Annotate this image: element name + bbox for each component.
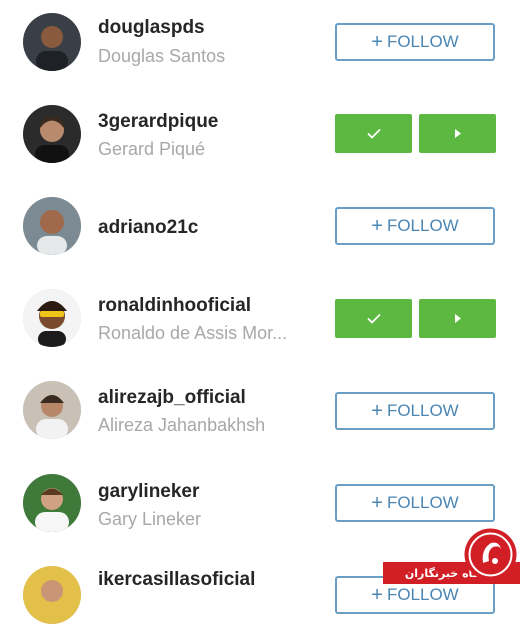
more-button[interactable] [419, 114, 496, 153]
plus-icon: + [371, 215, 383, 237]
plus-icon: + [371, 400, 383, 422]
full-name: Alireza Jahanbakhsh [98, 415, 266, 435]
avatar[interactable] [23, 197, 81, 255]
full-name: Gary Lineker [98, 509, 202, 529]
username[interactable]: ronaldinhooficial [98, 295, 251, 317]
check-icon [366, 313, 381, 324]
list-item: 3gerardpique Gerard Piqué [0, 92, 520, 184]
logo-icon [464, 528, 517, 581]
username[interactable]: garylineker [98, 481, 199, 503]
follow-button[interactable]: + FOLLOW [335, 392, 495, 430]
list-item: alirezajb_official Alireza Jahanbakhsh +… [0, 368, 520, 460]
username[interactable]: 3gerardpique [98, 111, 218, 133]
plus-icon: + [371, 31, 383, 53]
avatar[interactable] [23, 105, 81, 163]
follow-label: FOLLOW [386, 585, 459, 604]
following-button[interactable] [335, 299, 412, 338]
play-icon [454, 314, 461, 323]
more-button[interactable] [419, 299, 496, 338]
following-button[interactable] [335, 114, 412, 153]
username[interactable]: alirezajb_official [98, 387, 246, 409]
check-icon [366, 128, 381, 139]
follow-label: FOLLOW [386, 493, 459, 512]
follow-label: FOLLOW [386, 32, 459, 51]
plus-icon: + [371, 492, 383, 514]
plus-icon: + [371, 584, 383, 606]
username[interactable]: adriano21c [98, 217, 198, 239]
avatar[interactable] [23, 381, 81, 439]
username[interactable]: ikercasillasoficial [98, 569, 255, 591]
avatar[interactable] [23, 13, 81, 71]
follow-button[interactable]: + FOLLOW [335, 23, 495, 61]
follow-button[interactable]: + FOLLOW [335, 207, 495, 245]
full-name: Douglas Santos [98, 46, 226, 66]
list-item: adriano21c + FOLLOW [0, 184, 520, 276]
follow-label: FOLLOW [386, 216, 459, 235]
full-name: Gerard Piqué [98, 139, 206, 159]
follow-button[interactable]: + FOLLOW [335, 484, 495, 522]
list-item: ronaldinhooficial Ronaldo de Assis Mor..… [0, 276, 520, 368]
full-name: Ronaldo de Assis Mor... [98, 323, 288, 343]
watermark: باشگاه خبرنگاران [383, 528, 520, 584]
list-item: douglaspds Douglas Santos + FOLLOW [0, 0, 520, 92]
follow-label: FOLLOW [386, 401, 459, 420]
play-icon [454, 129, 461, 138]
avatar[interactable] [23, 474, 81, 532]
username[interactable]: douglaspds [98, 17, 205, 39]
avatar[interactable] [23, 566, 81, 624]
avatar[interactable] [23, 289, 81, 347]
